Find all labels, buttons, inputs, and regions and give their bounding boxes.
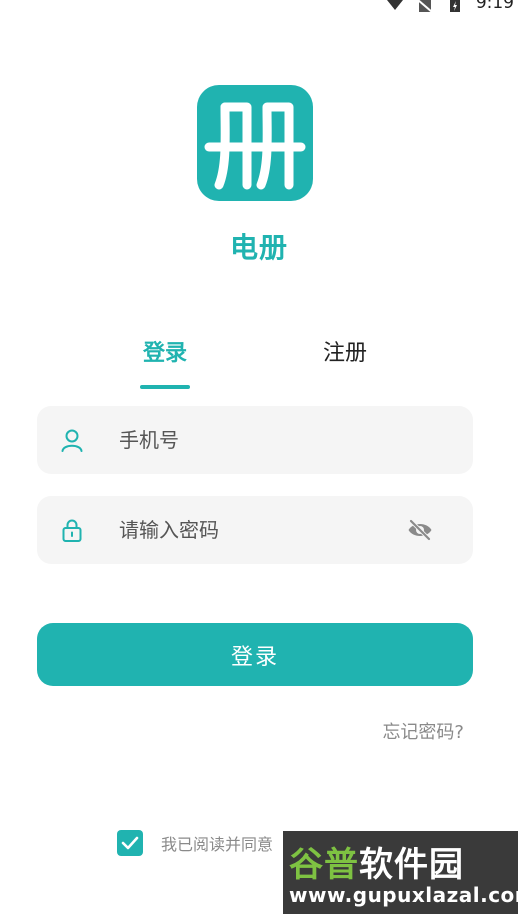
agreement-text: 我已阅读并同意 [161,835,274,854]
tab-login[interactable]: 登录 [105,335,225,367]
watermark-title-part1: 谷普 [289,845,359,885]
active-tab-indicator [140,385,190,389]
tab-register[interactable]: 注册 [285,335,405,367]
watermark: 谷普软件园 www.gupuxlazal.com [283,831,518,914]
password-field [37,496,473,564]
book-logo-icon [204,102,306,190]
watermark-title-part2: 软件园 [359,845,464,885]
phone-input[interactable] [119,406,399,474]
battery-icon [449,0,460,12]
app-name: 电册 [229,231,288,264]
user-icon [61,429,83,452]
login-button[interactable]: 登录 [37,623,473,686]
watermark-title: 谷普软件园 [289,837,464,886]
eye-off-icon[interactable] [407,518,433,542]
watermark-url: www.gupuxlazal.com [289,883,518,907]
status-time: 9:19 [475,0,514,13]
check-icon [121,836,139,850]
agreement-row: 我已阅读并同意 [117,829,273,857]
wifi-icon [386,0,403,10]
auth-tabs: 登录 注册 [0,335,518,395]
password-input[interactable] [119,496,399,564]
lock-icon [62,519,82,542]
agreement-checkbox[interactable] [117,830,143,856]
phone-field [37,406,473,474]
forgot-password-link[interactable]: 忘记密码? [382,718,464,744]
status-bar: 9:19 [314,0,518,14]
no-sim-icon [417,0,433,12]
app-logo [197,85,313,201]
